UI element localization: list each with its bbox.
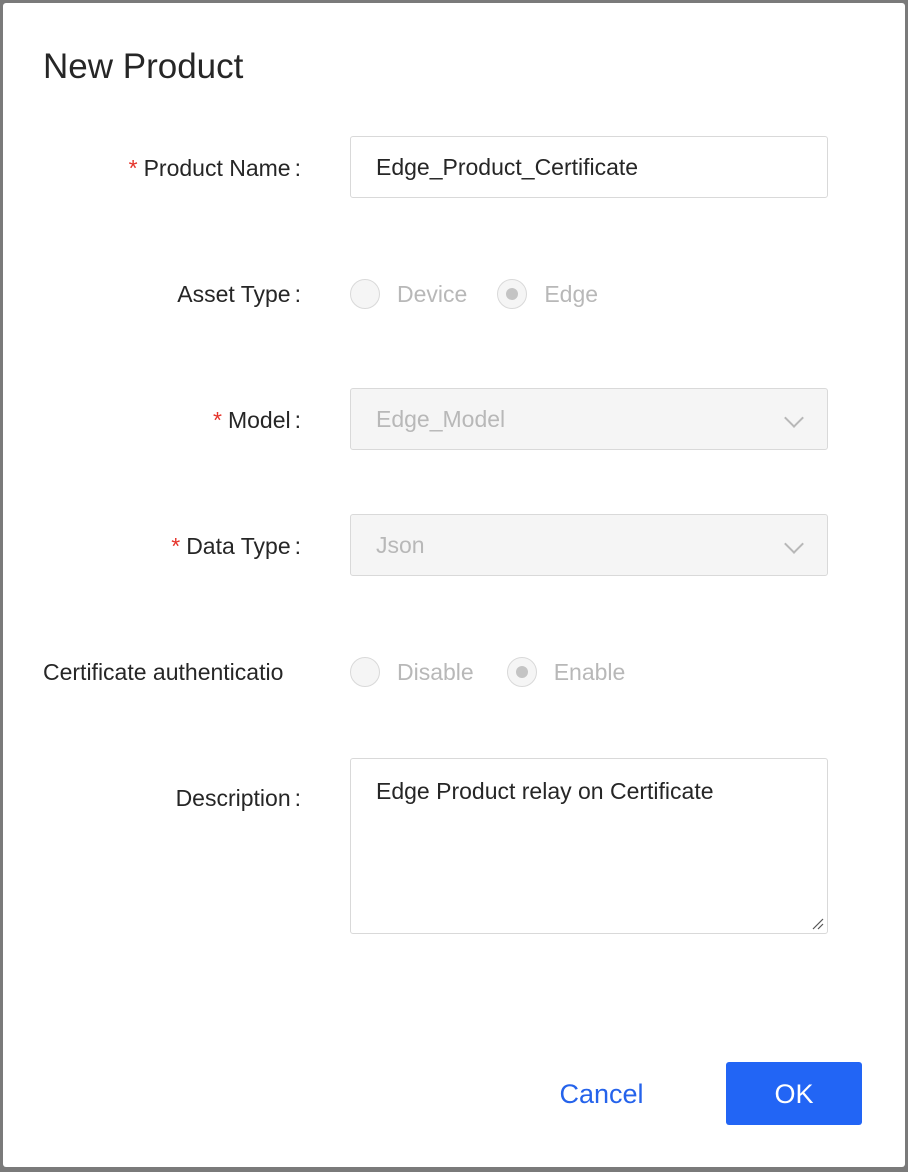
data-type-select[interactable]: Json bbox=[350, 514, 828, 576]
data-type-row: * Data Type: Json bbox=[3, 514, 905, 578]
product-name-label: * Product Name: bbox=[128, 155, 301, 181]
chevron-down-icon bbox=[784, 534, 804, 554]
asset-type-option-edge[interactable]: Edge bbox=[497, 279, 598, 309]
new-product-dialog: New Product * Product Name: Edge_Product_… bbox=[3, 3, 905, 1167]
description-textarea[interactable]: Edge Product relay on Certificate bbox=[350, 758, 828, 934]
radio-unchecked-icon[interactable] bbox=[350, 657, 380, 687]
model-label: * Model: bbox=[213, 407, 301, 433]
certificate-auth-row: Certificate authenticatio Disable Enable bbox=[3, 655, 905, 689]
cancel-button[interactable]: Cancel bbox=[533, 1062, 670, 1125]
dialog-title: New Product bbox=[43, 47, 244, 86]
description-label: Description: bbox=[175, 785, 301, 811]
required-mark: * bbox=[171, 533, 181, 559]
required-mark: * bbox=[128, 155, 138, 181]
data-type-label: * Data Type: bbox=[171, 533, 301, 559]
model-select-value: Edge_Model bbox=[376, 406, 506, 432]
asset-type-label: Asset Type: bbox=[177, 281, 301, 307]
radio-unchecked-icon[interactable] bbox=[350, 279, 380, 309]
ok-button[interactable]: OK bbox=[726, 1062, 862, 1125]
model-row: * Model: Edge_Model bbox=[3, 388, 905, 452]
model-select[interactable]: Edge_Model bbox=[350, 388, 828, 450]
product-name-row: * Product Name: Edge_Product_Certificate bbox=[3, 136, 905, 200]
certificate-auth-label: Certificate authenticatio bbox=[43, 659, 284, 685]
product-name-input[interactable]: Edge_Product_Certificate bbox=[350, 136, 828, 198]
asset-type-row: Asset Type: Device Edge bbox=[3, 277, 905, 311]
chevron-down-icon bbox=[784, 408, 804, 428]
asset-type-option-device[interactable]: Device bbox=[350, 279, 467, 309]
description-text: Edge Product relay on Certificate bbox=[376, 778, 714, 804]
certificate-auth-option-enable[interactable]: Enable bbox=[506, 657, 625, 687]
certificate-auth-radio-group: Disable Enable bbox=[350, 655, 655, 689]
asset-type-radio-group: Device Edge bbox=[350, 277, 628, 311]
radio-checked-icon[interactable] bbox=[497, 279, 528, 309]
certificate-auth-option-disable[interactable]: Disable bbox=[350, 657, 474, 687]
required-mark: * bbox=[213, 407, 222, 433]
data-type-select-value: Json bbox=[376, 532, 425, 558]
resize-handle-icon[interactable] bbox=[810, 916, 824, 930]
radio-checked-icon[interactable] bbox=[506, 657, 537, 687]
